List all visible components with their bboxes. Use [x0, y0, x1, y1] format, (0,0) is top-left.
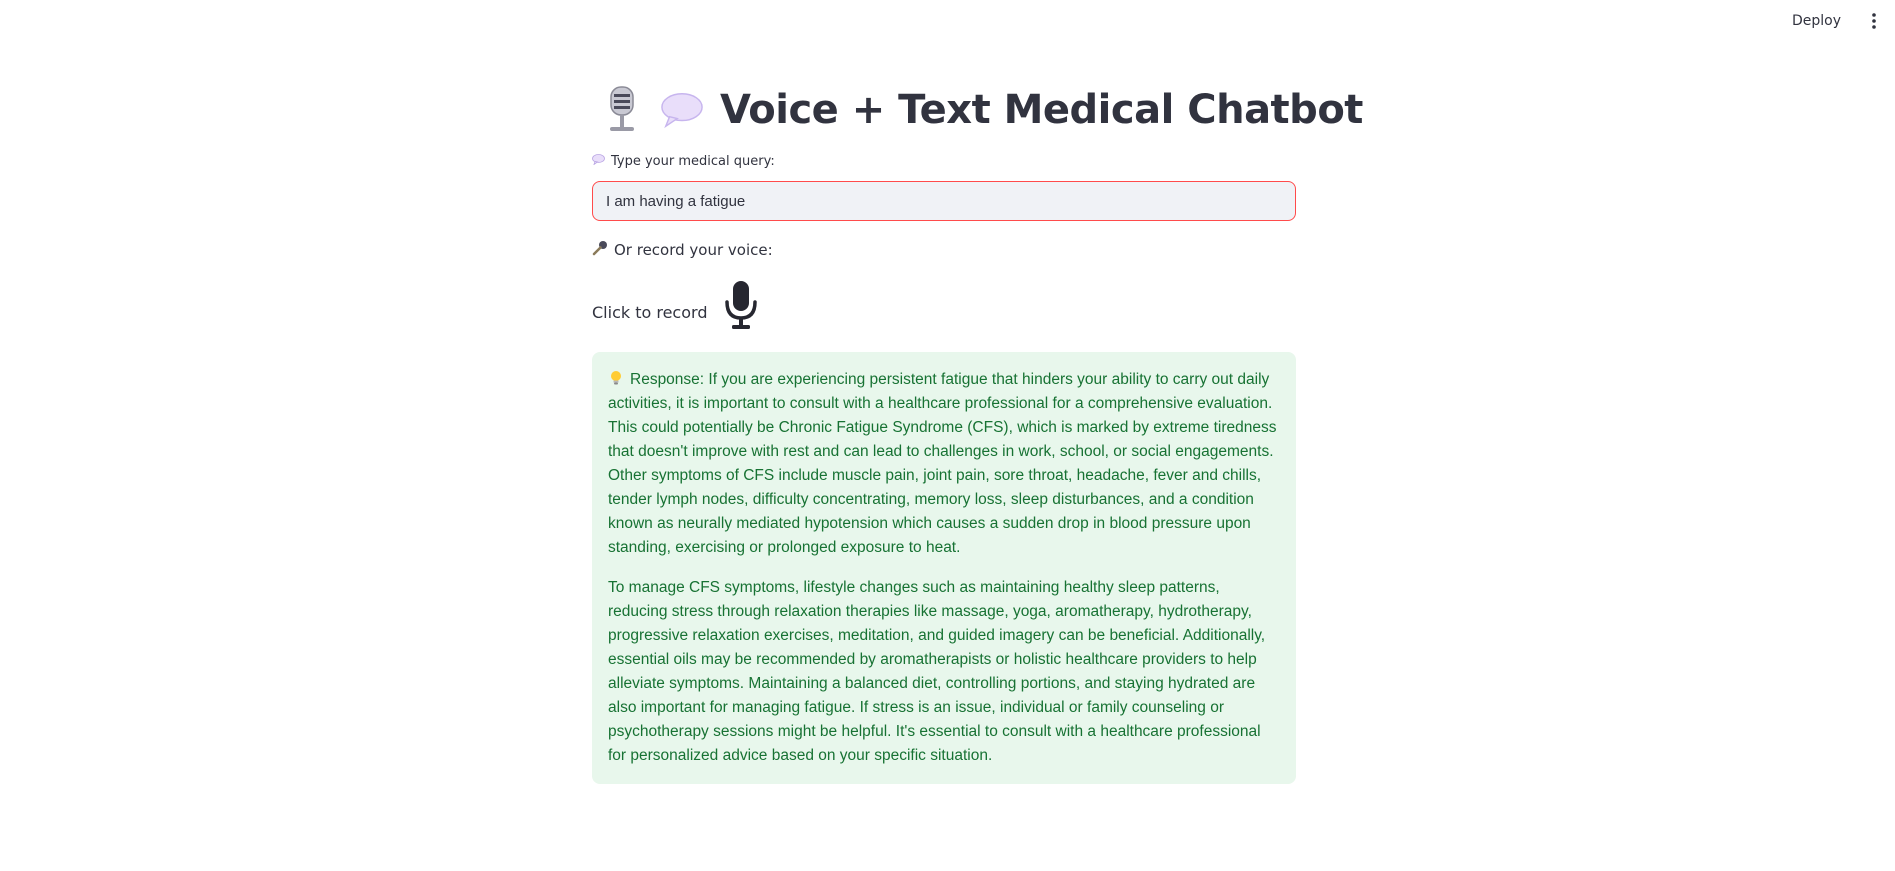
app-header: Deploy — [0, 0, 1895, 42]
page-title: Voice + Text Medical Chatbot — [600, 78, 1363, 142]
speech-balloon-icon — [660, 88, 704, 132]
light-bulb-icon — [608, 370, 624, 386]
voice-label: Or record your voice: — [592, 240, 773, 260]
query-input[interactable] — [592, 181, 1296, 221]
microphone-icon — [725, 281, 758, 329]
query-label-text: Type your medical query: — [611, 154, 775, 169]
response-text-1: Response: If you are experiencing persis… — [608, 371, 1277, 556]
voice-label-text: Or record your voice: — [614, 241, 773, 259]
record-button[interactable] — [721, 277, 761, 333]
record-text: Click to record — [592, 302, 708, 322]
deploy-button[interactable]: Deploy — [1786, 10, 1847, 32]
speech-balloon-icon — [592, 154, 605, 169]
vertical-ellipsis-icon[interactable] — [1863, 10, 1885, 32]
response-box: Response: If you are experiencing persis… — [592, 352, 1296, 784]
studio-microphone-icon — [600, 86, 644, 132]
title-text: Voice + Text Medical Chatbot — [720, 87, 1363, 133]
audio-recorder: Click to record — [592, 276, 761, 334]
query-label: Type your medical query: — [592, 154, 775, 169]
response-paragraph-2: To manage CFS symptoms, lifestyle change… — [608, 579, 1266, 764]
response-paragraph-1: Response: If you are experiencing persis… — [608, 368, 1280, 560]
microphone-icon — [592, 240, 608, 260]
